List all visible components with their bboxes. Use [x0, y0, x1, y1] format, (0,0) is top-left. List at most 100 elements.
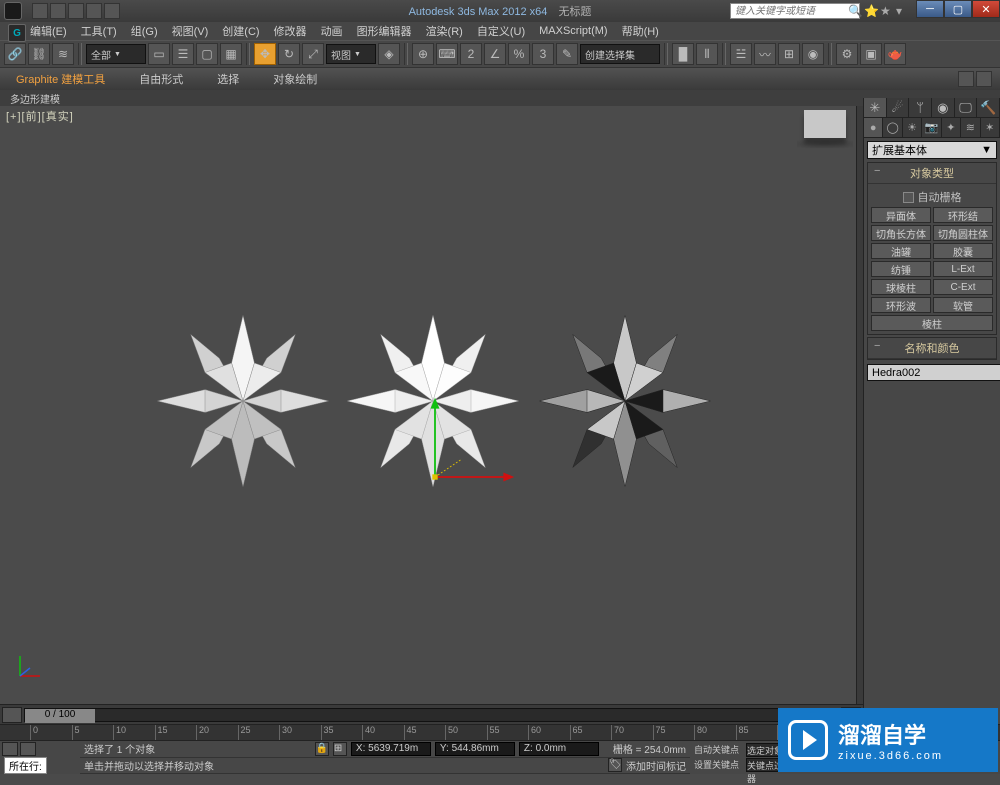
rollout-header-object-type[interactable]: 对象类型: [868, 163, 996, 184]
geometry-icon[interactable]: ●: [864, 118, 883, 137]
set-key-button[interactable]: 设置关键点: [694, 758, 744, 772]
lights-icon[interactable]: ☀: [903, 118, 922, 137]
selection-filter-dropdown[interactable]: 全部: [86, 44, 146, 64]
shapes-icon[interactable]: ◯: [883, 118, 902, 137]
graphite-tab-modeling[interactable]: Graphite 建模工具: [8, 69, 113, 89]
mirror-icon[interactable]: ▐▌: [672, 43, 694, 65]
cext-button[interactable]: C-Ext: [933, 279, 993, 295]
snap-2d-icon[interactable]: 2: [460, 43, 482, 65]
utilities-tab-icon[interactable]: 🔨: [977, 98, 1000, 117]
time-slider-track[interactable]: 0 / 100: [24, 708, 839, 722]
menu-modifiers[interactable]: 修改器: [274, 23, 307, 39]
capsule-button[interactable]: 胶囊: [933, 243, 993, 259]
object-name-input[interactable]: [867, 364, 1000, 381]
menu-edit[interactable]: 编辑(E): [30, 23, 67, 39]
named-selection-dropdown[interactable]: 创建选择集: [580, 44, 660, 64]
manipulate-icon[interactable]: ⊕: [412, 43, 434, 65]
torus-knot-button[interactable]: 环形结: [933, 207, 993, 223]
selection-region-icon[interactable]: ▢: [196, 43, 218, 65]
material-editor-icon[interactable]: ◉: [802, 43, 824, 65]
ribbon-min-icon[interactable]: [976, 71, 992, 87]
menu-views[interactable]: 视图(V): [172, 23, 209, 39]
reference-coord-dropdown[interactable]: 视图: [326, 44, 376, 64]
hedra-object-3[interactable]: [530, 306, 720, 496]
window-crossing-icon[interactable]: ▦: [220, 43, 242, 65]
qat-new-icon[interactable]: [32, 3, 48, 19]
display-tab-icon[interactable]: 🖵: [955, 98, 978, 117]
app-icon[interactable]: [4, 2, 22, 20]
render-setup-icon[interactable]: ⚙: [836, 43, 858, 65]
application-menu-icon[interactable]: G: [8, 24, 26, 42]
time-tag-icon[interactable]: 🏷: [608, 758, 622, 772]
menu-tools[interactable]: 工具(T): [81, 23, 117, 39]
hose-button[interactable]: 软管: [933, 297, 993, 313]
chamfercyl-button[interactable]: 切角圆柱体: [933, 225, 993, 241]
add-time-tag[interactable]: 添加时间标记: [626, 758, 686, 773]
signin-icon[interactable]: ⭐: [864, 4, 878, 18]
layer-manager-icon[interactable]: ☱: [730, 43, 752, 65]
qat-undo-icon[interactable]: [86, 3, 102, 19]
search-icon[interactable]: 🔍: [848, 4, 862, 18]
close-button[interactable]: ✕: [972, 0, 1000, 18]
percent-snap-icon[interactable]: %: [508, 43, 530, 65]
hierarchy-tab-icon[interactable]: ᛘ: [909, 98, 932, 117]
viewport-scrollbar[interactable]: [856, 106, 863, 704]
viewport[interactable]: [+][前][真实]: [0, 106, 863, 704]
align-icon[interactable]: ⫴: [696, 43, 718, 65]
abs-rel-icon[interactable]: ⊞: [333, 742, 347, 756]
menu-customize[interactable]: 自定义(U): [477, 23, 525, 39]
select-object-icon[interactable]: ▭: [148, 43, 170, 65]
curve-editor-icon[interactable]: 〰: [754, 43, 776, 65]
bind-spacewarp-icon[interactable]: ≋: [52, 43, 74, 65]
cameras-icon[interactable]: 📷: [922, 118, 941, 137]
menu-group[interactable]: 组(G): [131, 23, 158, 39]
hedra-object-2-selected[interactable]: [338, 306, 528, 496]
listener-icon[interactable]: [20, 742, 36, 756]
graphite-tab-selection[interactable]: 选择: [209, 69, 247, 89]
x-coord-input[interactable]: [351, 742, 431, 756]
prism-button[interactable]: 棱柱: [871, 315, 993, 331]
gengon-button[interactable]: 球棱柱: [871, 279, 931, 295]
time-slider-handle[interactable]: 0 / 100: [25, 709, 95, 723]
link-icon[interactable]: 🔗: [4, 43, 26, 65]
modify-tab-icon[interactable]: ☄: [887, 98, 910, 117]
hedra-object-1[interactable]: [148, 306, 338, 496]
exchange-icon[interactable]: ★: [880, 4, 894, 18]
viewport-label[interactable]: [+][前][真实]: [6, 108, 74, 124]
select-move-icon[interactable]: ✥: [254, 43, 276, 65]
schematic-view-icon[interactable]: ⊞: [778, 43, 800, 65]
z-coord-input[interactable]: [519, 742, 599, 756]
lext-button[interactable]: L-Ext: [933, 261, 993, 277]
qat-open-icon[interactable]: [50, 3, 66, 19]
rollout-header-name-color[interactable]: 名称和颜色: [868, 338, 996, 359]
menu-create[interactable]: 创建(C): [222, 23, 259, 39]
select-rotate-icon[interactable]: ↻: [278, 43, 300, 65]
unlink-icon[interactable]: ⛓: [28, 43, 50, 65]
menu-help[interactable]: 帮助(H): [622, 23, 659, 39]
select-by-name-icon[interactable]: ☰: [172, 43, 194, 65]
subcategory-dropdown[interactable]: 扩展基本体▼: [867, 141, 997, 159]
edit-named-sel-icon[interactable]: ✎: [556, 43, 578, 65]
qat-redo-icon[interactable]: [104, 3, 120, 19]
spinner-snap-icon[interactable]: 3: [532, 43, 554, 65]
chamferbox-button[interactable]: 切角长方体: [871, 225, 931, 241]
ringwave-button[interactable]: 环形波: [871, 297, 931, 313]
select-scale-icon[interactable]: ⤢: [302, 43, 324, 65]
keyboard-shortcut-icon[interactable]: ⌨: [436, 43, 458, 65]
menu-animation[interactable]: 动画: [321, 23, 343, 39]
auto-key-button[interactable]: 自动关键点: [694, 743, 744, 757]
motion-tab-icon[interactable]: ◉: [932, 98, 955, 117]
pivot-center-icon[interactable]: ◈: [378, 43, 400, 65]
angle-snap-icon[interactable]: ∠: [484, 43, 506, 65]
rendered-frame-icon[interactable]: ▣: [860, 43, 882, 65]
spindle-button[interactable]: 纺锤: [871, 261, 931, 277]
spacewarps-icon[interactable]: ≋: [961, 118, 980, 137]
hedra-button[interactable]: 异面体: [871, 207, 931, 223]
oiltank-button[interactable]: 油罐: [871, 243, 931, 259]
helpers-icon[interactable]: ✦: [942, 118, 961, 137]
maximize-button[interactable]: ▢: [944, 0, 972, 18]
selection-lock-icon[interactable]: 🔒: [315, 742, 329, 756]
ribbon-expand-icon[interactable]: [958, 71, 974, 87]
time-config-icon[interactable]: [2, 707, 22, 723]
viewcube[interactable]: [795, 110, 855, 160]
